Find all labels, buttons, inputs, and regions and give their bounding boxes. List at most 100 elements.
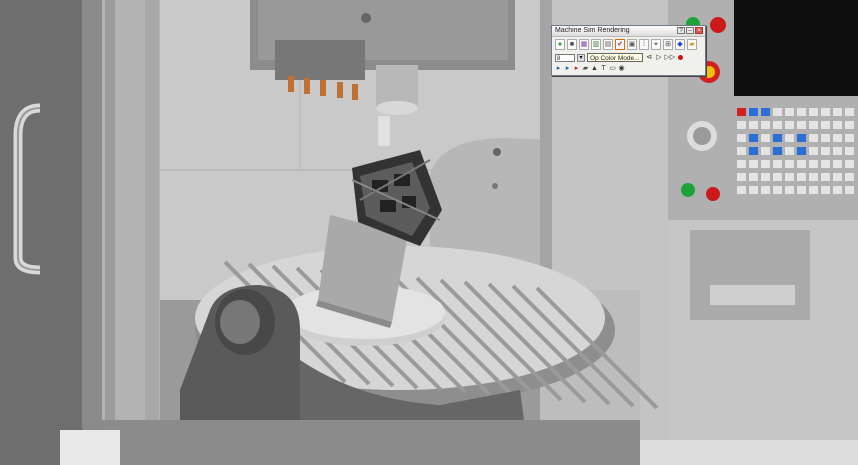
speed-med-icon[interactable]: ▸	[564, 65, 571, 73]
keypad-key	[809, 134, 818, 142]
close-button[interactable]: ×	[695, 27, 703, 34]
keypad-key	[773, 160, 782, 168]
speed-high-icon[interactable]: ▸	[573, 65, 580, 73]
step-back-icon[interactable]: ⊲	[645, 54, 654, 62]
keypad-key	[809, 186, 818, 194]
keypad-key	[833, 173, 842, 181]
palette-title: Machine Sim Rendering	[555, 27, 630, 34]
keypad-key	[821, 173, 830, 181]
green-sphere-icon[interactable]: ●	[555, 39, 565, 50]
keypad-key	[833, 121, 842, 129]
step-field[interactable]: 8	[555, 53, 575, 62]
keypad-key	[773, 186, 782, 194]
cutting-tool	[378, 116, 390, 146]
record-icon[interactable]	[677, 55, 683, 60]
keypad-key	[761, 121, 770, 129]
keypad-key	[773, 108, 782, 116]
render-mode-toolbar: ● ■ ▦ ▥ ▤ ✔ ▣ ⁞ ⌖ ⊞ ◆ ▰	[555, 39, 697, 50]
keypad-key	[785, 147, 794, 155]
keypad-key	[821, 186, 830, 194]
keypad-key	[737, 160, 746, 168]
keypad-key	[761, 147, 770, 155]
keypad-key	[845, 108, 854, 116]
palette-titlebar[interactable]: Machine Sim Rendering ? – ×	[552, 26, 705, 37]
keypad-key	[797, 121, 806, 129]
sequence-icon[interactable]: ⁞	[639, 39, 649, 50]
folder-icon[interactable]: ▰	[687, 39, 697, 50]
solid-shade-icon[interactable]: ■	[567, 39, 577, 50]
help-button[interactable]: ?	[677, 27, 685, 34]
machine-sim-rendering-palette[interactable]: Machine Sim Rendering ? – × ● ■ ▦ ▥ ▤ ✔ ▣ ⁞ ⌖ ⊞ ◆ ▰…	[551, 25, 706, 76]
keypad-key	[845, 160, 854, 168]
edges-icon[interactable]: ▤	[603, 39, 613, 50]
keypad-key	[785, 173, 794, 181]
keypad-key	[785, 121, 794, 129]
keypad-key	[737, 173, 746, 181]
eye-icon[interactable]: ◉	[618, 65, 625, 73]
keypad-key	[833, 186, 842, 194]
keypad-key	[797, 160, 806, 168]
keypad-key	[737, 108, 746, 116]
keypad-key	[785, 108, 794, 116]
left-door	[0, 0, 82, 465]
window-icon[interactable]: ▭	[609, 65, 616, 73]
keypad-key	[773, 173, 782, 181]
keypad-key	[749, 160, 758, 168]
keypad-key	[785, 160, 794, 168]
keypad-key	[749, 134, 758, 142]
keypad-key	[737, 121, 746, 129]
keypad-key	[821, 121, 830, 129]
keypad-key	[737, 147, 746, 155]
tooltip: Op Color Mode...	[587, 53, 643, 62]
fast-forward-icon[interactable]: ▷▷	[665, 54, 676, 62]
tool-icon[interactable]: T	[600, 65, 607, 73]
keypad-key	[761, 160, 770, 168]
axes-icon[interactable]: ⌖	[651, 39, 661, 50]
color-shade-icon[interactable]: ▦	[579, 39, 589, 50]
keypad-key	[845, 134, 854, 142]
keypad-key	[833, 160, 842, 168]
playback-toolbar: 8 ▾ Op Color Mode... ⊲ ▷ ▷▷	[555, 53, 683, 62]
keypad-key	[773, 134, 782, 142]
keypad-key	[797, 134, 806, 142]
keypad-key	[821, 147, 830, 155]
keypad-key	[809, 147, 818, 155]
keypad-key	[761, 134, 770, 142]
wireframe-icon[interactable]: ▥	[591, 39, 601, 50]
keypad-key	[821, 108, 830, 116]
op-color-mode-icon[interactable]: ✔	[615, 39, 625, 50]
display-toolbar: ▸ ▸ ▸ ▰ ▲ T ▭ ◉	[555, 65, 625, 73]
keypad-key	[749, 108, 758, 116]
warning-icon[interactable]: ▲	[591, 65, 598, 73]
keypad-key	[737, 186, 746, 194]
keypad-key	[761, 186, 770, 194]
keypad-key	[809, 173, 818, 181]
keypad-key	[749, 173, 758, 181]
play-icon[interactable]: ▷	[655, 54, 664, 62]
keypad-key	[749, 147, 758, 155]
minimize-button[interactable]: –	[686, 27, 694, 34]
machine-icon[interactable]: ▰	[582, 65, 589, 73]
machine-simulation-viewport[interactable]	[0, 0, 858, 465]
keypad-key	[809, 121, 818, 129]
keypad-key	[761, 173, 770, 181]
speed-low-icon[interactable]: ▸	[555, 65, 562, 73]
step-spin-icon[interactable]: ▾	[577, 53, 585, 62]
keypad-key	[821, 134, 830, 142]
cnc-machine-scene	[0, 0, 858, 465]
keypad-key	[773, 121, 782, 129]
blue-cube-icon[interactable]: ◆	[675, 39, 685, 50]
keypad-key	[797, 186, 806, 194]
lock-icon[interactable]: ▣	[627, 39, 637, 50]
keypad-key	[797, 173, 806, 181]
control-screen	[734, 0, 858, 96]
grid-view-icon[interactable]: ⊞	[663, 39, 673, 50]
keypad-key	[785, 186, 794, 194]
keypad-key	[845, 121, 854, 129]
keypad-key	[821, 160, 830, 168]
keypad-key	[737, 134, 746, 142]
keypad-key	[809, 160, 818, 168]
keypad-key	[845, 186, 854, 194]
keypad-key	[749, 186, 758, 194]
keypad-key	[785, 134, 794, 142]
